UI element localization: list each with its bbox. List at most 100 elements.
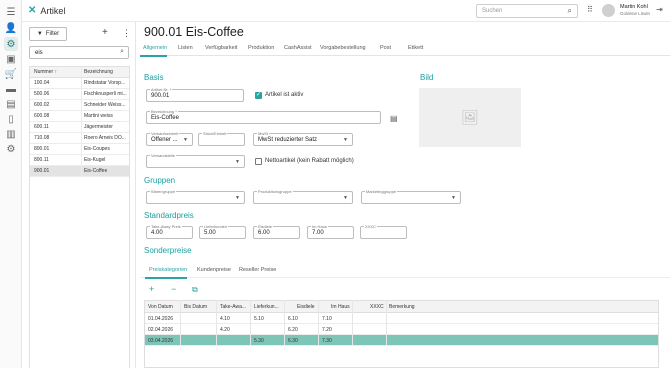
more-vert-icon[interactable]: ⋮: [122, 28, 131, 39]
cell-nummer: 600.02: [34, 102, 50, 108]
price-xxxc-label: XXXC: [364, 224, 377, 229]
app-window: ☰ 👤 ⚙ ▣ 🛒 ▬ ▤ ▯ ▥ ⚙ ✕ Artikel Suchen ⌕ ⠿…: [0, 0, 670, 368]
warengruppe-label: Warengruppe: [150, 189, 177, 194]
subtab-preiskategorien[interactable]: Preiskategorien: [149, 267, 187, 273]
stueck-einheit-label: Stück/Einheit: [202, 131, 228, 136]
price-xxxc-field[interactable]: XXXC: [360, 224, 407, 239]
copy-icon[interactable]: ⧉: [192, 285, 198, 295]
tab-verfuegbarkeit[interactable]: Verfügbarkeit: [205, 45, 237, 51]
add-icon[interactable]: +: [149, 284, 154, 294]
clipboard-icon[interactable]: ▯: [4, 112, 18, 126]
netto-checkbox[interactable]: [255, 158, 262, 165]
price-take-away-field[interactable]: Take-Away Preis 4.00: [146, 224, 193, 239]
artikel-nr-field[interactable]: Artikel-Nr. * 900.01: [146, 87, 244, 102]
section-title-basis: Basis: [144, 73, 164, 82]
cell-von-datum: 02.04.2026: [148, 327, 174, 333]
remove-icon[interactable]: −: [171, 284, 176, 294]
subtab-reseller-preise[interactable]: Reseller Preise: [239, 267, 276, 273]
column-header-lieferkunden[interactable]: Lieferkun...: [254, 304, 279, 310]
chart-icon[interactable]: ▥: [4, 127, 18, 141]
avatar[interactable]: [602, 4, 615, 17]
marketinggruppe-select[interactable]: Marketinggruppe ▼: [361, 189, 461, 204]
list-row[interactable]: 710.08 Roero Arneis DO...: [30, 133, 129, 144]
versandstelle-select[interactable]: Versandstelle ▼: [146, 153, 245, 168]
tab-produktion[interactable]: Produktion: [248, 45, 274, 51]
table-row[interactable]: 02.04.2026 4.20 6.20 7.20: [145, 324, 658, 335]
list-search-input[interactable]: eis ⌕: [29, 46, 129, 59]
list-row[interactable]: 600.11 Jägermeister: [30, 122, 129, 133]
tab-allgemein[interactable]: Allgemein: [143, 45, 167, 51]
briefcase-icon[interactable]: ▣: [4, 52, 18, 66]
truck-icon[interactable]: ▬: [4, 82, 18, 96]
store-icon[interactable]: ▤: [4, 97, 18, 111]
subtab-kundenpreise[interactable]: Kundenpreise: [197, 267, 231, 273]
search-icon[interactable]: ⌕: [568, 6, 572, 16]
versandstelle-label: Versandstelle: [150, 153, 177, 158]
cart-icon[interactable]: 🛒: [4, 67, 18, 81]
price-im-haus-label: Im Haus: [311, 224, 328, 229]
list-row[interactable]: 100.04 Rindstatar Vorsp...: [30, 78, 129, 89]
description-icon[interactable]: ▤: [390, 114, 398, 123]
stueck-einheit-field[interactable]: Stück/Einheit: [198, 131, 245, 146]
cell-nummer: 500.06: [34, 91, 50, 97]
aktiv-label: Artikel ist aktiv: [265, 92, 304, 98]
column-header-von-datum[interactable]: Von Datum: [148, 304, 173, 310]
column-header-take-away[interactable]: Take-Awa...: [220, 304, 246, 310]
cell-take-away: 4.10: [220, 316, 230, 322]
settings-icon[interactable]: ⚙: [4, 142, 18, 156]
global-search-placeholder: Suchen: [482, 8, 503, 14]
chevron-down-icon: ▼: [235, 195, 240, 201]
warengruppe-select[interactable]: Warengruppe ▼: [146, 189, 245, 204]
global-search-input[interactable]: Suchen ⌕: [476, 4, 578, 18]
price-take-away-value: 4.00: [151, 230, 163, 236]
column-header-eisdiele[interactable]: Eisdiele: [297, 304, 315, 310]
list-row[interactable]: 500.06 Fischknusperli mi...: [30, 89, 129, 100]
produktionsgruppe-select[interactable]: Produktionsgruppe ▼: [253, 189, 353, 204]
bezeichnung-field[interactable]: Bezeichnung * Eis-Coffee: [146, 109, 381, 124]
tab-post[interactable]: Post: [380, 45, 391, 51]
apps-grid-icon[interactable]: ⠿: [587, 5, 593, 14]
sonderpreise-table: Von Datum Bis Datum Take-Awa... Lieferku…: [144, 300, 659, 368]
aktiv-checkbox[interactable]: ✓: [255, 92, 262, 99]
active-tab-indicator: [140, 55, 167, 57]
filter-button[interactable]: ▼ Filter: [29, 27, 67, 41]
search-icon[interactable]: ⌕: [120, 48, 124, 56]
column-header-bezeichnung[interactable]: Bezeichnung: [80, 67, 129, 77]
tab-vorgabebestellung[interactable]: Vorgabebestellung: [320, 45, 366, 51]
mwst-select[interactable]: MwSt MwSt reduzierter Satz ▼: [253, 131, 353, 146]
column-header-bemerkung[interactable]: Bemerkung: [389, 304, 415, 310]
column-header-bis-datum[interactable]: Bis Datum: [184, 304, 207, 310]
tab-listen[interactable]: Listen: [178, 45, 193, 51]
list-row[interactable]: 600.08 Martini weiss: [30, 111, 129, 122]
netto-label: Nettoartikel (kein Rabatt möglich): [265, 158, 354, 164]
image-upload-area[interactable]: 🖼: [419, 88, 521, 147]
menu-icon[interactable]: ☰: [4, 5, 18, 19]
column-divider: [216, 300, 217, 345]
logout-icon[interactable]: ⇥: [656, 5, 663, 14]
person-icon[interactable]: 👤: [4, 21, 18, 35]
user-company: Goldene Löwin: [620, 11, 651, 16]
column-header-xxxc[interactable]: XXXC: [370, 304, 384, 310]
cell-bezeichnung: Schneider Weiss...: [80, 100, 129, 110]
column-divider: [318, 300, 319, 345]
price-im-haus-field[interactable]: Im Haus 7.00: [307, 224, 354, 239]
add-article-icon[interactable]: +: [102, 27, 108, 38]
table-row[interactable]: 01.04.2026 4.10 5.10 6.10 7.10: [145, 313, 658, 324]
price-eisdiele-field[interactable]: Eisdiele 6.00: [253, 224, 300, 239]
list-row[interactable]: 600.02 Schneider Weiss...: [30, 100, 129, 111]
section-title-bild: Bild: [420, 73, 434, 82]
column-header-nummer[interactable]: Nummer ↑: [30, 69, 81, 75]
gear-badge-icon[interactable]: ⚙: [4, 37, 18, 51]
tab-etikett[interactable]: Etikett: [408, 45, 423, 51]
column-header-im-haus[interactable]: Im Haus: [331, 304, 350, 310]
verkaufseinheit-select[interactable]: Verkaufseinheit Offener ... ▼: [146, 131, 193, 146]
table-row-selected[interactable]: 03.04.2026 5.30 6.30 7.30: [145, 335, 658, 346]
tab-cashassist[interactable]: CashAssist: [284, 45, 312, 51]
cell-nummer: 600.08: [34, 113, 50, 119]
list-row[interactable]: 800.11 Eis-Kugel: [30, 155, 129, 166]
list-row[interactable]: 800.01 Eis-Coupes: [30, 144, 129, 155]
price-lieferkunden-field[interactable]: Lieferkunden 5.00: [199, 224, 246, 239]
image-placeholder-icon: 🖼: [461, 109, 479, 125]
sort-arrow-up-icon[interactable]: ↑: [55, 69, 58, 75]
mwst-value: MwSt reduzierter Satz: [258, 137, 318, 143]
